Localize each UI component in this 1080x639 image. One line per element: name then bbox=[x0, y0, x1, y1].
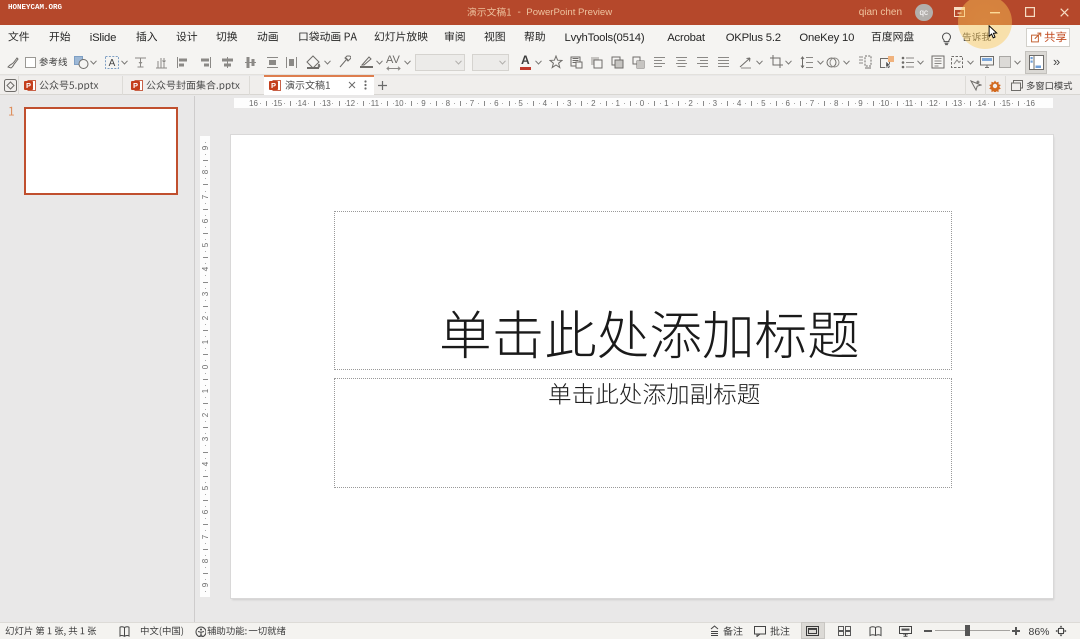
svg-text:P: P bbox=[26, 81, 31, 90]
svg-text:A: A bbox=[109, 58, 116, 69]
svg-text:P: P bbox=[133, 81, 138, 90]
svg-text:P: P bbox=[271, 81, 276, 90]
